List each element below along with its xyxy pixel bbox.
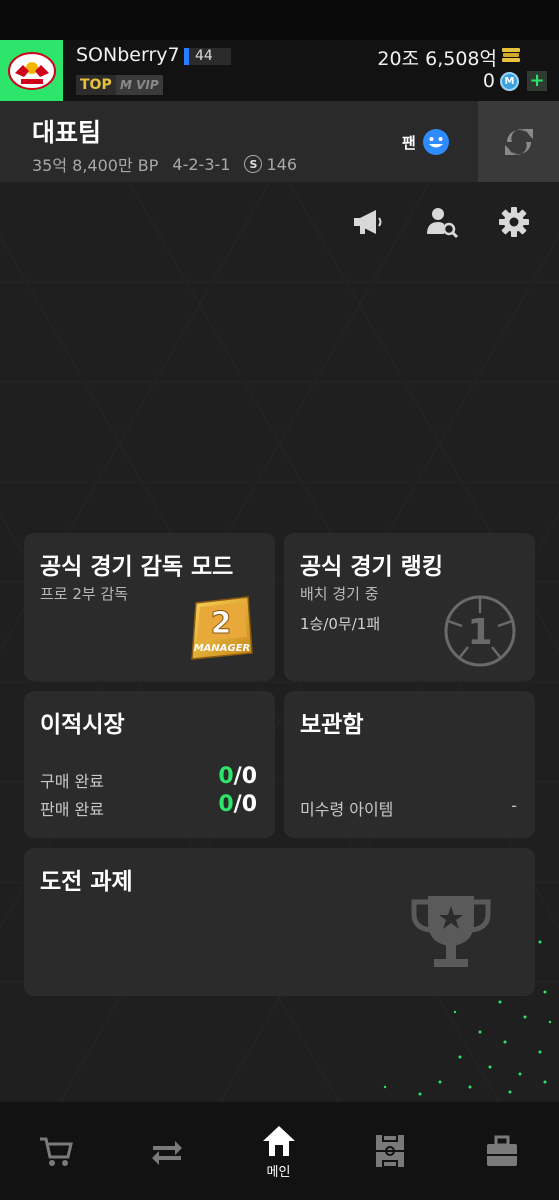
top-header: SONberry7 44 TOP M VIP 20조 6,508억 0 M + [0, 40, 559, 101]
nav-home[interactable]: 메인 [223, 1102, 334, 1200]
club-crest-icon [7, 51, 56, 90]
fan-label: 팬 [402, 134, 416, 152]
add-m-button[interactable]: + [527, 71, 547, 91]
nav-shop[interactable] [0, 1102, 111, 1200]
status-bar [0, 0, 559, 40]
unclaimed-items-label: 미수령 아이템 [300, 800, 394, 819]
level-number: 44 [189, 47, 231, 65]
user-search-icon[interactable] [424, 204, 460, 240]
storage-title: 보관함 [300, 712, 364, 738]
nav-home-label: 메인 [266, 1164, 291, 1180]
manager-mode-card[interactable]: 공식 경기 감독 모드 프로 2부 감독 2 MANAGER [24, 533, 275, 681]
swap-icon [504, 128, 533, 155]
ranking-card[interactable]: 공식 경기 랭킹 배치 경기 중 1승/0무/1패 1 [284, 533, 535, 681]
ranking-badge-number: 1 [467, 612, 492, 653]
user-name: SONberry7 [76, 44, 180, 66]
team-salary: S 146 [244, 155, 297, 174]
nav-squad[interactable] [334, 1102, 445, 1200]
ranking-title: 공식 경기 랭킹 [300, 554, 443, 580]
storage-card[interactable]: 보관함 미수령 아이템 - [284, 691, 535, 838]
sell-complete-value: 0/0 [218, 792, 257, 817]
unclaimed-items-value: - [511, 796, 517, 815]
team-formation: 4-2-3-1 [172, 154, 231, 174]
manager-rank-badge-icon: 2 MANAGER [191, 596, 253, 660]
bp-balance: 20조 6,508억 [377, 48, 497, 70]
fan-smile-icon[interactable] [422, 128, 450, 156]
bag-icon [486, 1135, 517, 1166]
megaphone-icon[interactable] [350, 204, 386, 240]
top-badge: TOP [76, 75, 116, 95]
team-title: 대표팀 [32, 118, 102, 147]
team-bar[interactable]: 대표팀 35억 8,400만 BP 4-2-3-1 S 146 팬 [0, 101, 559, 182]
m-balance: 0 [482, 70, 495, 92]
vip-badge: M VIP [116, 75, 163, 95]
nav-storage[interactable] [446, 1102, 557, 1200]
trophy-icon [411, 896, 491, 967]
ranking-ball-icon: 1 [444, 595, 516, 667]
swap-team-button[interactable] [478, 101, 559, 182]
salary-value: 146 [266, 154, 297, 174]
challenge-card[interactable]: 도전 과제 [24, 848, 535, 996]
team-value: 35억 8,400만 BP [32, 156, 159, 175]
cart-icon [39, 1137, 73, 1166]
manager-mode-subtitle: 프로 2부 감독 [40, 585, 129, 603]
ranking-record: 1승/0무/1패 [300, 615, 381, 633]
home-icon [262, 1125, 295, 1156]
transfer-icon [151, 1141, 182, 1165]
buy-complete-value: 0/0 [218, 764, 257, 789]
team-info: 35억 8,400만 BP 4-2-3-1 S 146 [32, 152, 297, 176]
buy-complete-label: 구매 완료 [40, 772, 104, 791]
pitch-icon [375, 1134, 404, 1168]
nav-transfer[interactable] [111, 1102, 222, 1200]
level-badge: 44 [184, 47, 231, 65]
manager-badge-number: 2 [211, 606, 232, 641]
bp-coin-icon [502, 48, 520, 62]
salary-icon: S [244, 155, 263, 173]
m-coin-icon: M [500, 72, 519, 91]
bottom-nav: 메인 [0, 1102, 559, 1200]
settings-gear-icon[interactable] [496, 204, 532, 240]
transfer-market-card[interactable]: 이적시장 구매 완료 0/0 판매 완료 0/0 [24, 691, 275, 838]
manager-mode-title: 공식 경기 감독 모드 [40, 554, 234, 580]
club-logo[interactable] [0, 40, 63, 101]
sell-complete-label: 판매 완료 [40, 800, 104, 819]
transfer-market-title: 이적시장 [40, 712, 125, 738]
ranking-subtitle: 배치 경기 중 [300, 585, 379, 603]
manager-badge-text: MANAGER [194, 643, 251, 654]
challenge-title: 도전 과제 [40, 869, 133, 895]
